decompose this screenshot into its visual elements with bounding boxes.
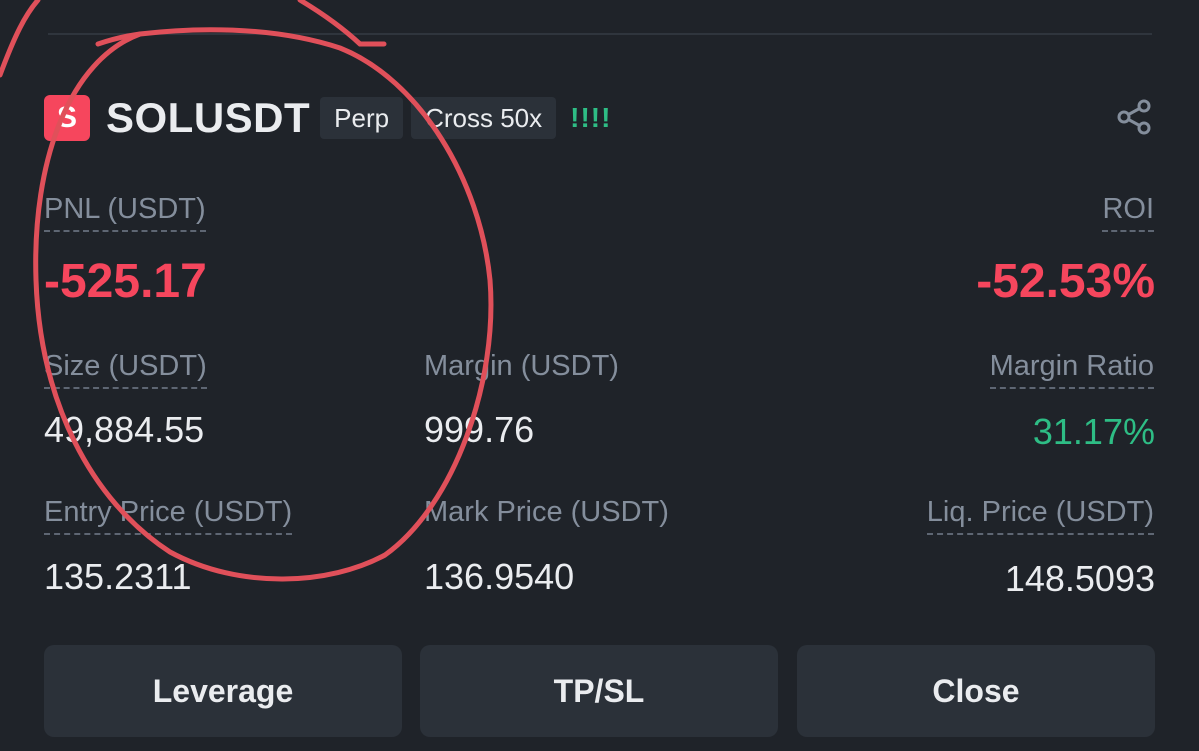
size-label[interactable]: Size (USDT) [44,350,207,389]
mark-price-label: Mark Price (USDT) [424,496,669,528]
entry-price-label[interactable]: Entry Price (USDT) [44,496,293,535]
margin-mode-tag[interactable]: Cross 50x [411,97,557,139]
share-button[interactable] [1113,96,1155,138]
margin-label: Margin (USDT) [424,350,619,382]
roi-value: -52.53% [976,255,1155,308]
risk-alert-marks: !!!! [570,102,612,133]
tpsl-button[interactable]: TP/SL [420,645,778,737]
mark-price-value: 136.9540 [424,556,575,597]
margin-value: 999.76 [424,409,535,450]
close-position-button[interactable]: Close [797,645,1155,737]
symbol-name[interactable]: SOLUSDT [106,94,310,142]
symbol-logo-icon: S [44,95,90,141]
margin-ratio-value: 31.17% [1032,411,1155,452]
entry-price-value: 135.2311 [44,556,192,597]
top-divider [48,33,1152,35]
liq-price-label[interactable]: Liq. Price (USDT) [926,496,1154,535]
pnl-value: -525.17 [44,255,207,308]
share-icon [1117,99,1151,135]
margin-ratio-label[interactable]: Margin Ratio [989,350,1154,389]
contract-type-tag: Perp [320,97,404,139]
liq-price-value: 148.5093 [1004,558,1155,599]
pnl-label[interactable]: PNL (USDT) [44,193,206,232]
position-header: S SOLUSDT Perp Cross 50x !!!! [44,92,1155,144]
leverage-button[interactable]: Leverage [44,645,402,737]
roi-label[interactable]: ROI [1102,193,1154,232]
size-value: 49,884.55 [44,409,205,450]
